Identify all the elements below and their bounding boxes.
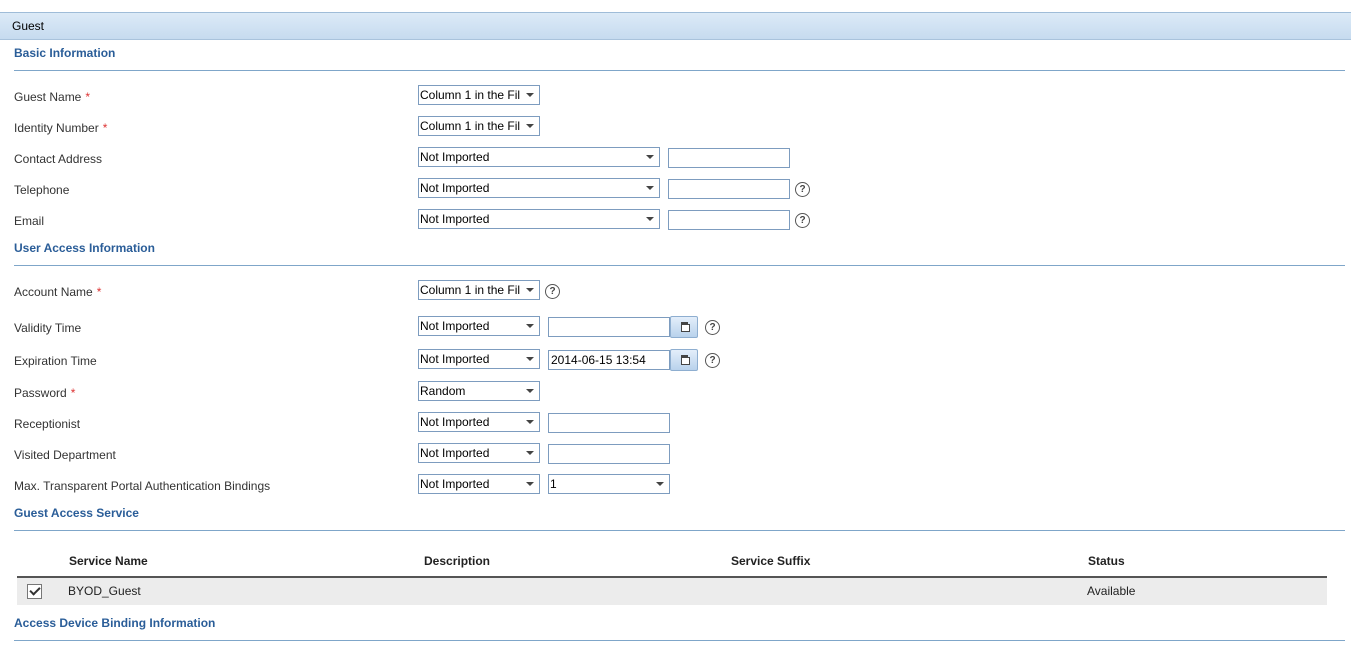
contact-address-input[interactable]	[668, 148, 790, 168]
help-circle-icon[interactable]: ?	[545, 284, 560, 299]
required-marker: *	[85, 90, 91, 104]
required-marker: *	[70, 386, 76, 400]
chevron-down-icon	[526, 124, 534, 128]
identity-number-label: Identity Number *	[14, 121, 108, 135]
section-divider	[14, 530, 1345, 531]
chevron-down-icon	[646, 186, 654, 190]
section-user-access-information: User Access Information	[14, 241, 155, 255]
validity-time-input[interactable]	[548, 317, 670, 337]
validity-time-select[interactable]: Not Imported	[418, 316, 540, 336]
section-divider	[14, 265, 1345, 266]
column-header-service-suffix[interactable]: Service Suffix	[731, 554, 810, 568]
help-circle-icon[interactable]: ?	[705, 320, 720, 335]
calendar-icon	[681, 355, 690, 365]
chevron-down-icon	[646, 155, 654, 159]
email-input[interactable]	[668, 210, 790, 230]
validity-time-label: Validity Time	[14, 321, 82, 335]
visited-department-input[interactable]	[548, 444, 670, 464]
help-circle-icon[interactable]: ?	[795, 213, 810, 228]
account-name-label: Account Name *	[14, 285, 102, 299]
contact-address-select[interactable]: Not Imported	[418, 147, 660, 167]
help-circle-icon[interactable]: ?	[705, 353, 720, 368]
visited-department-label: Visited Department	[14, 448, 116, 462]
top-strip	[0, 0, 1351, 12]
email-select[interactable]: Not Imported	[418, 209, 660, 229]
chevron-down-icon	[526, 93, 534, 97]
telephone-select[interactable]: Not Imported	[418, 178, 660, 198]
max-bindings-value-select[interactable]: 1	[548, 474, 670, 494]
required-marker: *	[96, 285, 102, 299]
guest-name-select[interactable]: Column 1 in the Fil	[418, 85, 540, 105]
section-divider	[14, 70, 1345, 71]
visited-department-select[interactable]: Not Imported	[418, 443, 540, 463]
section-basic-information: Basic Information	[14, 46, 116, 60]
required-marker: *	[102, 121, 108, 135]
receptionist-label: Receptionist	[14, 417, 81, 431]
guest-name-label: Guest Name *	[14, 90, 91, 104]
chevron-down-icon	[526, 389, 534, 393]
identity-number-select[interactable]: Column 1 in the Fil	[418, 116, 540, 136]
panel-title: Guest	[12, 19, 45, 33]
chevron-down-icon	[526, 324, 534, 328]
password-label: Password *	[14, 386, 76, 400]
row-checkbox[interactable]	[27, 584, 42, 599]
service-name-cell: BYOD_Guest	[68, 584, 141, 598]
account-name-select[interactable]: Column 1 in the Fil	[418, 280, 540, 300]
password-select[interactable]: Random	[418, 381, 540, 401]
expiration-time-label: Expiration Time	[14, 354, 97, 368]
column-header-status[interactable]: Status	[1088, 554, 1125, 568]
chevron-down-icon	[646, 217, 654, 221]
telephone-label: Telephone	[14, 183, 70, 197]
validity-calendar-button[interactable]	[670, 316, 698, 338]
chevron-down-icon	[526, 288, 534, 292]
checkmark-icon	[29, 584, 41, 596]
chevron-down-icon	[526, 420, 534, 424]
chevron-down-icon	[656, 482, 664, 486]
section-guest-access-service: Guest Access Service	[14, 506, 139, 520]
max-bindings-label: Max. Transparent Portal Authentication B…	[14, 479, 271, 493]
section-access-device-binding: Access Device Binding Information	[14, 616, 216, 630]
help-circle-icon[interactable]: ?	[795, 182, 810, 197]
expiration-calendar-button[interactable]	[670, 349, 698, 371]
contact-address-label: Contact Address	[14, 152, 103, 166]
expiration-time-input[interactable]: 2014-06-15 13:54	[548, 350, 670, 370]
status-cell: Available	[1087, 584, 1136, 598]
chevron-down-icon	[526, 357, 534, 361]
receptionist-input[interactable]	[548, 413, 670, 433]
section-divider	[14, 640, 1345, 641]
receptionist-select[interactable]: Not Imported	[418, 412, 540, 432]
email-label: Email	[14, 214, 45, 228]
column-header-description[interactable]: Description	[424, 554, 490, 568]
column-header-service-name[interactable]: Service Name	[69, 554, 148, 568]
chevron-down-icon	[526, 451, 534, 455]
telephone-input[interactable]	[668, 179, 790, 199]
panel-header: Guest	[0, 12, 1351, 40]
chevron-down-icon	[526, 482, 534, 486]
expiration-time-select[interactable]: Not Imported	[418, 349, 540, 369]
calendar-icon	[681, 322, 690, 332]
max-bindings-source-select[interactable]: Not Imported	[418, 474, 540, 494]
